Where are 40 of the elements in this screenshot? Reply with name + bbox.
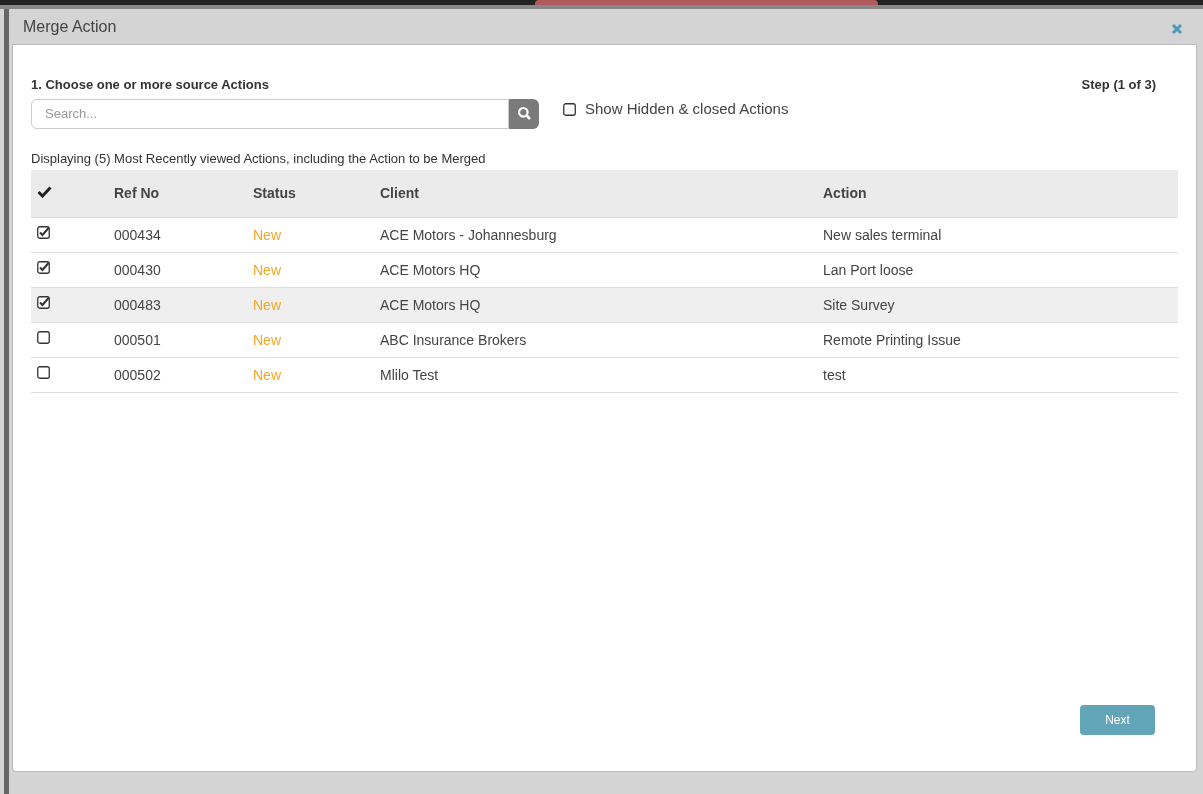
checkbox-label: Show Hidden & closed Actions xyxy=(585,99,789,120)
table-cell-text: 000434 xyxy=(114,225,162,245)
checked-checkbox[interactable] xyxy=(37,260,50,274)
status-cell-text: New xyxy=(253,260,282,280)
checkbox[interactable] xyxy=(37,330,50,344)
column-header: Action xyxy=(823,184,868,203)
status-cell-text: New xyxy=(253,295,282,315)
search-field[interactable]: Search... xyxy=(31,98,509,129)
checked-checkbox[interactable] xyxy=(37,225,50,239)
table-cell-text: test xyxy=(823,365,847,385)
table-cell-text: ACE Motors HQ xyxy=(380,260,482,280)
status-cell-text: New xyxy=(253,225,282,245)
table-cell-text: Remote Printing Issue xyxy=(823,330,962,350)
column-header: Ref No xyxy=(114,184,161,203)
status-cell-text: New xyxy=(253,365,282,385)
checkmark-icon xyxy=(37,185,52,198)
table-cell-text: 000501 xyxy=(114,330,162,350)
status-cell-text: New xyxy=(253,330,282,350)
table-cell-text: Site Survey xyxy=(823,295,896,315)
table-cell-text: ACE Motors - Johannesburg xyxy=(380,225,558,245)
window-title: Merge Action xyxy=(23,16,117,37)
checked-checkbox[interactable] xyxy=(37,295,50,309)
search-icon xyxy=(516,106,532,121)
table-row[interactable]: 000483 New ACE Motors HQ Site Survey xyxy=(31,288,1178,323)
table-cell-text: ACE Motors HQ xyxy=(380,295,482,315)
column-header: Client xyxy=(380,184,420,203)
table-cell-text: 000502 xyxy=(114,365,162,385)
table-caption: Displaying (5) Most Recently viewed Actions, including the Action to be Merged xyxy=(31,149,487,168)
search-button[interactable] xyxy=(509,98,539,129)
table-cell-text: ABC Insurance Brokers xyxy=(380,330,528,350)
table-cell-text: Lan Port loose xyxy=(823,260,915,280)
column-header: Status xyxy=(253,184,297,203)
table-cell-text: Mlilo Test xyxy=(380,365,440,385)
table-cell-text: New sales terminal xyxy=(823,225,943,245)
table-cell-text: 000483 xyxy=(114,295,162,315)
checkbox[interactable] xyxy=(563,103,576,116)
step-heading: 1. Choose one or more source Actions xyxy=(31,76,269,94)
step-indicator: Step (1 of 3) xyxy=(1081,76,1156,94)
table-cell-text: 000430 xyxy=(114,260,162,280)
checkbox[interactable] xyxy=(37,365,50,379)
